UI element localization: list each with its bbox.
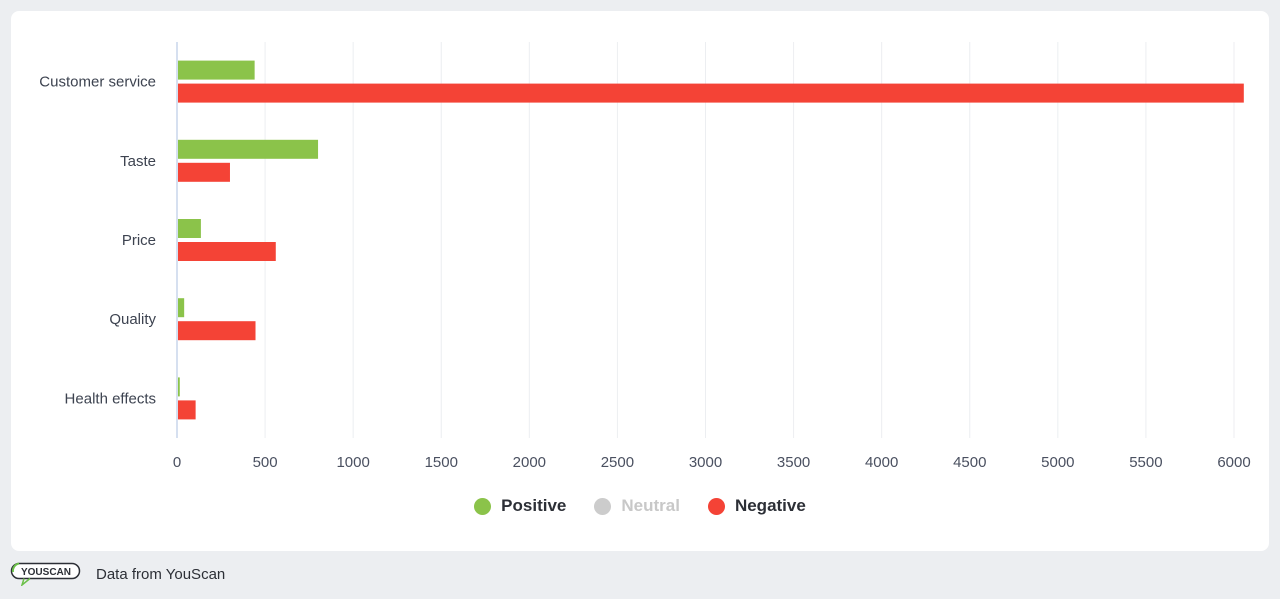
bar-positive (178, 377, 180, 397)
footer: YOUSCAN Data from YouScan (10, 562, 225, 586)
x-tick-label: 2000 (513, 454, 546, 471)
legend-label: Negative (734, 496, 806, 515)
bar-positive (178, 219, 201, 238)
x-tick-label: 1500 (425, 454, 458, 471)
bar-negative (178, 83, 1244, 103)
legend-dot-icon (707, 497, 725, 515)
category-label: Health effects (65, 390, 156, 407)
bar-negative (178, 162, 230, 182)
legend-label: Neutral (621, 496, 680, 515)
x-tick-label: 5000 (1041, 454, 1074, 471)
bar-positive (178, 60, 255, 80)
category-label: Quality (109, 311, 156, 328)
category-label: Customer service (39, 74, 156, 91)
legend-item-positive[interactable]: Positive (474, 496, 566, 516)
legend-dot-icon (594, 497, 612, 515)
bar-positive (178, 298, 185, 318)
legend-label: Positive (501, 496, 567, 515)
x-tick-label: 500 (253, 454, 278, 471)
legend: Positive Neutral Negative (0, 496, 1280, 516)
data-source-text: Data from YouScan (96, 565, 226, 583)
x-tick-label: 0 (173, 454, 181, 471)
x-tick-label: 4500 (953, 454, 986, 471)
category-label: Taste (120, 153, 156, 170)
legend-item-negative[interactable]: Negative (707, 496, 806, 516)
x-tick-label: 2500 (601, 454, 634, 471)
x-tick-label: 4000 (865, 454, 898, 471)
bar-positive (178, 139, 319, 159)
bar-negative (178, 321, 256, 341)
bar-negative (178, 242, 276, 261)
x-tick-label: 1000 (336, 454, 369, 471)
svg-text:YOUSCAN: YOUSCAN (21, 567, 71, 578)
x-tick-label: 6000 (1217, 454, 1250, 471)
legend-item-neutral[interactable]: Neutral (594, 496, 680, 516)
category-label: Price (122, 232, 156, 249)
x-tick-label: 3000 (689, 454, 722, 471)
legend-dot-icon (474, 497, 492, 515)
bar-negative (178, 400, 196, 420)
x-tick-label: 5500 (1129, 454, 1162, 471)
x-tick-label: 3500 (777, 454, 810, 471)
youscan-logo-icon: YOUSCAN (10, 562, 81, 586)
